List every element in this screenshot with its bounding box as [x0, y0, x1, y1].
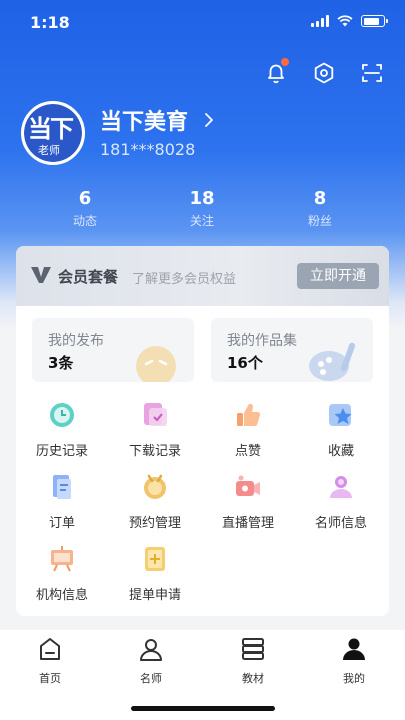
scan-icon[interactable] — [359, 60, 385, 86]
membership-subtitle: 了解更多会员权益 — [132, 272, 237, 287]
grid-item-teacher-info[interactable]: 名师信息 — [301, 472, 381, 531]
status-bar: 1:18 — [0, 0, 405, 44]
stat-value: 8 — [313, 188, 327, 209]
stat-following[interactable]: 18 关注 — [172, 188, 232, 229]
history-icon — [47, 400, 77, 430]
avatar[interactable]: 当下 老师 — [21, 101, 85, 165]
grid-item-institution[interactable]: 机构信息 — [22, 544, 102, 603]
box-value: 16个 — [227, 354, 263, 372]
grid-label: 提单申请 — [128, 588, 181, 603]
box-value: 3条 — [48, 354, 74, 372]
tab-materials[interactable]: 教材 — [223, 636, 283, 686]
vip-logo-icon — [31, 267, 51, 283]
profile-icon — [343, 638, 365, 660]
sticker-face-icon — [136, 346, 176, 382]
status-time: 1:18 — [30, 13, 70, 32]
notification-dot — [281, 58, 289, 66]
grid-label: 机构信息 — [35, 588, 88, 603]
tab-label: 教材 — [242, 672, 264, 685]
avatar-teacher-tag: 老师 — [38, 144, 60, 157]
notification-bell-icon[interactable] — [263, 58, 289, 86]
activate-now-button[interactable]: 立即开通 — [297, 263, 379, 289]
signal-icon — [311, 15, 329, 27]
membership-title: 会员套餐 — [58, 268, 119, 286]
grid-label: 名师信息 — [314, 516, 367, 531]
grid-item-likes[interactable]: 点赞 — [208, 400, 288, 459]
grid-label: 订单 — [48, 516, 75, 531]
box-title: 我的发布 — [48, 333, 104, 349]
chevron-right-icon — [205, 113, 213, 127]
tab-home[interactable]: 首页 — [20, 636, 80, 686]
thumbs-up-icon — [233, 400, 263, 430]
grid-item-downloads[interactable]: 下载记录 — [115, 400, 195, 459]
teacher-icon — [326, 472, 356, 502]
wifi-icon — [337, 15, 353, 27]
appointment-icon — [140, 472, 170, 502]
stat-label: 关注 — [189, 214, 214, 228]
grid-item-orders[interactable]: 订单 — [22, 472, 102, 531]
profile-name: 当下美育 — [100, 110, 189, 135]
stat-posts[interactable]: 6 动态 — [55, 188, 115, 229]
books-icon — [242, 638, 264, 660]
home-icon — [40, 638, 60, 660]
institution-icon — [47, 544, 77, 574]
stat-value: 6 — [78, 188, 92, 209]
stat-followers[interactable]: 8 粉丝 — [290, 188, 350, 229]
profile-card: 会员套餐 了解更多会员权益 立即开通 我的发布 3条 我的作品集 16个 历史记… — [16, 246, 389, 616]
grid-item-appointments[interactable]: 预约管理 — [115, 472, 195, 531]
my-posts-box[interactable]: 我的发布 3条 — [32, 318, 194, 382]
stat-label: 粉丝 — [307, 214, 332, 228]
battery-icon — [361, 15, 388, 27]
stat-value: 18 — [189, 188, 215, 209]
star-icon — [326, 400, 356, 430]
grid-label: 收藏 — [327, 444, 354, 459]
grid-label: 历史记录 — [35, 444, 88, 459]
application-icon — [140, 544, 170, 574]
grid-label: 预约管理 — [128, 516, 181, 531]
grid-label: 点赞 — [234, 444, 261, 459]
teacher-tab-icon — [140, 639, 162, 661]
my-portfolio-box[interactable]: 我的作品集 16个 — [211, 318, 373, 382]
membership-banner[interactable]: 会员套餐 了解更多会员权益 立即开通 — [16, 246, 389, 306]
tab-label: 名师 — [140, 672, 162, 685]
grid-label: 下载记录 — [128, 444, 181, 459]
stat-label: 动态 — [72, 214, 97, 228]
grid-label: 直播管理 — [221, 516, 274, 531]
profile-name-link[interactable]: 当下美育 — [100, 104, 214, 136]
settings-hexagon-icon[interactable] — [311, 60, 337, 86]
palette-icon — [309, 342, 356, 381]
tab-label: 我的 — [343, 672, 365, 685]
grid-item-application[interactable]: 提单申请 — [115, 544, 195, 603]
tab-label: 首页 — [39, 672, 61, 685]
grid-item-history[interactable]: 历史记录 — [22, 400, 102, 459]
box-title: 我的作品集 — [227, 333, 297, 349]
tab-mine[interactable]: 我的 — [324, 636, 384, 686]
tab-teachers[interactable]: 名师 — [121, 636, 181, 686]
home-indicator — [131, 706, 275, 711]
live-camera-icon — [233, 472, 263, 502]
grid-item-live[interactable]: 直播管理 — [208, 472, 288, 531]
profile-phone: 181***8028 — [100, 140, 196, 159]
download-icon — [140, 400, 170, 430]
grid-item-favorites[interactable]: 收藏 — [301, 400, 381, 459]
avatar-logo-text: 当下 — [28, 115, 74, 143]
order-icon — [47, 472, 77, 502]
